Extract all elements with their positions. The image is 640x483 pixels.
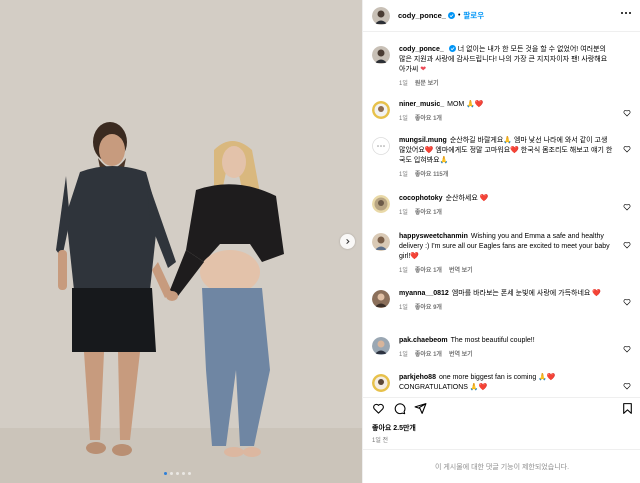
heart-icon[interactable] (372, 402, 385, 415)
verified-badge-icon (448, 45, 456, 52)
comment-item: mungsil.mung 순산하길 바랄게요🙏 엠마 낯선 나라에 와서 같이 고… (372, 136, 634, 180)
comment-item: niner_music_ MOM 🙏❤️ 1일 좋아요 1개 (372, 100, 634, 124)
like-comment-icon[interactable] (623, 345, 631, 353)
see-translation-button[interactable]: 번역 보기 (449, 266, 473, 276)
bookmark-icon[interactable] (621, 402, 634, 415)
post-dialog: cody_ponce_ • 팔로우 cody_ponce_ 너 없이는 내가 한… (0, 0, 640, 483)
post-caption: cody_ponce_ 너 없이는 내가 한 모든 것을 할 수 없었어! 여러… (372, 45, 634, 89)
post-author-username[interactable]: cody_ponce_ (398, 11, 446, 20)
likes-count[interactable]: 좋아요 2.5만개 (372, 423, 416, 433)
like-comment-icon[interactable] (623, 298, 631, 306)
comment-text: MOM 🙏❤️ (447, 101, 484, 108)
carousel-dot (176, 472, 179, 475)
avatar[interactable] (372, 337, 390, 355)
see-translation-button[interactable]: 번역 보기 (449, 350, 473, 360)
avatar[interactable] (372, 374, 390, 392)
avatar[interactable] (372, 6, 390, 25)
couple-photo (0, 0, 362, 483)
comment-likes[interactable]: 좋아요 1개 (415, 208, 442, 218)
post-header: cody_ponce_ • 팔로우 (363, 0, 640, 32)
post-date: 1일 전 (372, 438, 389, 444)
avatar[interactable] (372, 137, 390, 155)
comment-likes[interactable]: 좋아요 1개 (415, 266, 442, 276)
comment-likes[interactable]: 좋아요 9개 (415, 303, 442, 313)
comment-username[interactable]: pak.chaebeom (399, 337, 448, 344)
like-comment-icon[interactable] (623, 145, 631, 153)
verified-badge-icon (447, 12, 455, 19)
comment-icon[interactable] (393, 402, 406, 415)
avatar[interactable] (372, 46, 390, 64)
comment-username[interactable]: myanna__0812 (399, 290, 449, 297)
next-photo-button[interactable] (340, 234, 355, 249)
post-actions: 좋아요 2.5만개 1일 전 이 게시물에 대한 댓글 기능이 제한되었습니다. (363, 397, 640, 483)
avatar[interactable] (372, 290, 390, 308)
comment-item: myanna__0812 엠마를 바라보는 폰세 눈빛에 사랑에 가득하네요 ❤️… (372, 289, 634, 313)
like-comment-icon[interactable] (623, 241, 631, 249)
comment-username[interactable]: happysweetchanmin (399, 233, 468, 240)
comment-time: 1일 (399, 268, 408, 274)
comment-text: 엠마를 바라보는 폰세 눈빛에 사랑에 가득하네요 ❤️ (451, 290, 602, 297)
comment-likes[interactable]: 좋아요 1개 (415, 350, 442, 360)
comment-username[interactable]: niner_music_ (399, 101, 444, 108)
comment-likes[interactable]: 좋아요 115개 (415, 170, 448, 180)
like-comment-icon[interactable] (623, 203, 631, 211)
see-original-button[interactable]: 원문 보기 (415, 79, 439, 89)
comment-likes[interactable]: 좋아요 1개 (415, 114, 442, 124)
carousel-indicator (164, 472, 191, 475)
action-bar (372, 402, 634, 418)
avatar[interactable] (372, 101, 390, 119)
comment-item: pak.chaebeom The most beautiful couple!! … (372, 336, 634, 360)
carousel-dot (170, 472, 173, 475)
comment-time: 1일 (399, 305, 408, 311)
post-sidebar: cody_ponce_ • 팔로우 cody_ponce_ 너 없이는 내가 한… (362, 0, 640, 483)
avatar[interactable] (372, 195, 390, 213)
carousel-dot (164, 472, 167, 475)
more-options-icon[interactable] (621, 12, 631, 15)
comment-time: 1일 (399, 172, 408, 178)
chevron-right-icon (346, 238, 350, 245)
comment-username[interactable]: parkjeho88 (399, 374, 436, 381)
caption-time: 1일 (399, 81, 408, 87)
separator-dot: • (457, 12, 461, 19)
avatar[interactable] (372, 233, 390, 251)
follow-button[interactable]: 팔로우 (463, 10, 484, 21)
like-comment-icon[interactable] (623, 382, 631, 390)
share-icon[interactable] (414, 402, 427, 415)
post-photo[interactable] (0, 0, 362, 483)
heart-emoji: ❤ (420, 66, 427, 73)
comment-time: 1일 (399, 352, 408, 358)
comment-text: 순산하세요 ❤️ (445, 195, 489, 202)
comments-disabled-notice: 이 게시물에 대한 댓글 기능이 제한되었습니다. (363, 449, 640, 483)
comment-time: 1일 (399, 116, 408, 122)
comment-item: cocophotoky 순산하세요 ❤️ 1일 좋아요 1개 (372, 194, 634, 218)
comment-item: happysweetchanmin Wishing you and Emma a … (372, 232, 634, 276)
like-comment-icon[interactable] (623, 109, 631, 117)
comment-username[interactable]: mungsil.mung (399, 137, 447, 144)
comment-text: The most beautiful couple!! (450, 337, 535, 344)
carousel-dot (182, 472, 185, 475)
comment-list[interactable]: cody_ponce_ 너 없이는 내가 한 모든 것을 할 수 없었어! 여러… (363, 33, 640, 396)
comment-item: parkjeho88 one more biggest fan is coming… (372, 373, 634, 393)
comment-username[interactable]: cocophotoky (399, 195, 443, 202)
carousel-dot (188, 472, 191, 475)
caption-username[interactable]: cody_ponce_ (399, 46, 444, 53)
comment-time: 1일 (399, 210, 408, 216)
